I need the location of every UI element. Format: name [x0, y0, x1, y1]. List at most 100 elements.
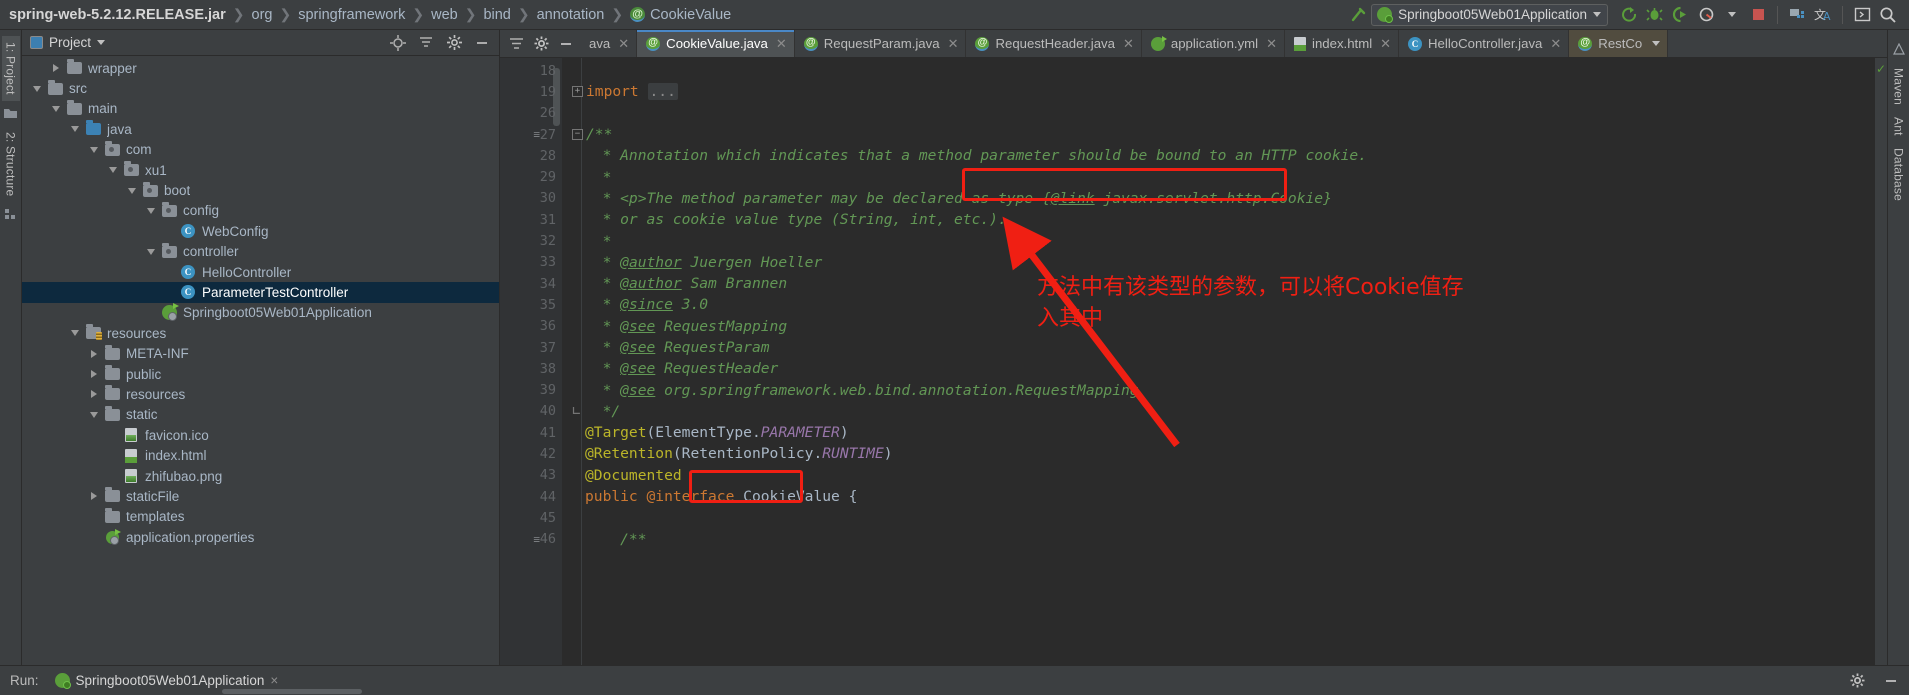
- tree-item[interactable]: Springboot05Web01Application: [22, 303, 499, 323]
- breadcrumb-item-web[interactable]: web: [431, 7, 458, 23]
- tree-item[interactable]: controller: [22, 242, 499, 262]
- collapse-arrow-icon[interactable]: [147, 207, 155, 214]
- code-line[interactable]: /**: [562, 529, 1875, 550]
- tree-twisty[interactable]: [104, 167, 122, 174]
- tree-twisty[interactable]: [85, 390, 103, 399]
- tree-twisty[interactable]: [85, 411, 103, 418]
- editor-tab[interactable]: index.html ✕: [1285, 30, 1400, 57]
- gutter-line[interactable]: ≡ 27: [500, 124, 562, 145]
- code-line[interactable]: * <p>The method parameter may be declare…: [562, 188, 1875, 209]
- gutter-line[interactable]: 31: [500, 209, 562, 230]
- chevron-down-icon[interactable]: [1652, 41, 1661, 46]
- collapse-arrow-icon[interactable]: [71, 330, 79, 337]
- tree-item[interactable]: config: [22, 201, 499, 221]
- run-configuration-selector[interactable]: Springboot05Web01Application: [1371, 3, 1608, 26]
- gutter-line[interactable]: 41: [500, 422, 562, 443]
- expand-arrow-icon[interactable]: [91, 349, 97, 358]
- gutter-line[interactable]: 28: [500, 145, 562, 166]
- gutter-marker-icon[interactable]: ≡: [533, 533, 540, 546]
- chevron-down-icon[interactable]: [97, 40, 106, 45]
- sidebar-item-project[interactable]: 1: Project: [1, 36, 20, 101]
- fold-collapse-icon[interactable]: −: [572, 129, 583, 141]
- settings-gear-icon[interactable]: [443, 32, 465, 54]
- editor-marker-bar[interactable]: ✓: [1875, 58, 1887, 665]
- hide-editor-icon[interactable]: [554, 31, 578, 57]
- tree-twisty[interactable]: [142, 248, 160, 255]
- horizontal-scrollbar[interactable]: [22, 689, 500, 695]
- collapse-arrow-icon[interactable]: [128, 187, 136, 194]
- settings-gear-icon[interactable]: [529, 31, 553, 57]
- gutter-line[interactable]: 35: [500, 294, 562, 315]
- tree-twisty[interactable]: [123, 187, 141, 194]
- editor-tab-partial[interactable]: ava ✕: [580, 30, 638, 57]
- code-line[interactable]: @Retention (RetentionPolicy. RUNTIME): [562, 443, 1875, 464]
- gutter-line[interactable]: 43: [500, 465, 562, 486]
- build-hammer-icon[interactable]: [1345, 2, 1371, 28]
- breadcrumb-item-org[interactable]: org: [252, 7, 273, 23]
- close-icon[interactable]: ✕: [1380, 36, 1391, 52]
- gutter-line[interactable]: 33: [500, 252, 562, 273]
- tree-item[interactable]: C WebConfig: [22, 221, 499, 241]
- code-line[interactable]: * @see RequestParam: [562, 337, 1875, 358]
- expand-arrow-icon[interactable]: [91, 390, 97, 399]
- chevron-down-icon[interactable]: [1719, 2, 1745, 28]
- tree-item[interactable]: staticFile: [22, 486, 499, 506]
- tree-item[interactable]: src: [22, 78, 499, 98]
- tree-item[interactable]: java: [22, 119, 499, 139]
- search-everywhere-icon[interactable]: [1875, 2, 1901, 28]
- code-editor[interactable]: + import ... −/** * Annotation which indic…: [562, 58, 1875, 665]
- code-line[interactable]: * @see RequestHeader: [562, 358, 1875, 379]
- project-tree[interactable]: wrapper src main java com xu1 boot config C WebCo…: [22, 56, 499, 665]
- gutter-line[interactable]: 37: [500, 337, 562, 358]
- run-with-coverage-icon[interactable]: [1667, 2, 1693, 28]
- tree-twisty[interactable]: [47, 105, 65, 112]
- close-icon[interactable]: ×: [270, 673, 278, 688]
- sidebar-item-structure[interactable]: 2: Structure: [2, 126, 20, 202]
- tree-twisty[interactable]: [47, 64, 65, 73]
- stop-icon[interactable]: [1745, 2, 1771, 28]
- translate-icon[interactable]: 文A: [1810, 2, 1836, 28]
- editor-tab[interactable]: @ RequestParam.java ✕: [794, 30, 967, 57]
- code-line[interactable]: * or as cookie value type (String, int, …: [562, 209, 1875, 230]
- gutter-line[interactable]: 40: [500, 401, 562, 422]
- collapse-arrow-icon[interactable]: [52, 105, 60, 112]
- tree-twisty[interactable]: [66, 330, 84, 337]
- terminal-icon[interactable]: [1849, 2, 1875, 28]
- sidebar-item-ant[interactable]: Ant: [1890, 111, 1908, 142]
- collapse-arrow-icon[interactable]: [90, 411, 98, 418]
- gutter-line[interactable]: 19: [500, 81, 562, 102]
- sidebar-item-maven[interactable]: Maven: [1890, 62, 1908, 111]
- tree-item[interactable]: resources: [22, 384, 499, 404]
- tree-twisty[interactable]: [85, 349, 103, 358]
- code-line[interactable]: [562, 60, 1875, 81]
- code-line[interactable]: −/**: [562, 124, 1875, 145]
- code-line[interactable]: [562, 103, 1875, 124]
- tree-item[interactable]: boot: [22, 180, 499, 200]
- code-line[interactable]: @Documented: [562, 465, 1875, 486]
- tree-item[interactable]: C ParameterTestController: [22, 282, 499, 303]
- update-project-icon[interactable]: [1784, 2, 1810, 28]
- expand-arrow-icon[interactable]: [53, 64, 59, 73]
- code-line[interactable]: @Target (ElementType. PARAMETER): [562, 422, 1875, 443]
- tree-item[interactable]: com: [22, 140, 499, 160]
- collapse-all-icon[interactable]: [415, 32, 437, 54]
- breadcrumb-item-jar[interactable]: spring-web-5.2.12.RELEASE.jar: [9, 7, 226, 23]
- breadcrumb-item-cookievalue[interactable]: CookieValue: [650, 7, 731, 23]
- tree-item[interactable]: favicon.ico: [22, 425, 499, 445]
- code-line[interactable]: * @author Juergen Hoeller: [562, 252, 1875, 273]
- breadcrumb-item-springframework[interactable]: springframework: [298, 7, 405, 23]
- tree-item[interactable]: static: [22, 405, 499, 425]
- chevron-down-icon[interactable]: [1593, 12, 1601, 17]
- gutter-line[interactable]: 18: [500, 60, 562, 81]
- gutter-line[interactable]: 38: [500, 358, 562, 379]
- code-line[interactable]: + import ...: [562, 81, 1875, 102]
- editor-gutter[interactable]: 18 19 26 ≡ 27 28 29 30 31 32 33 34 35 36 37 38 39 40 41 42 4…: [500, 58, 562, 665]
- profiler-icon[interactable]: [1693, 2, 1719, 28]
- gutter-line[interactable]: 26: [500, 103, 562, 124]
- run-icon[interactable]: [1615, 2, 1641, 28]
- editor-tab[interactable]: application.yml ✕: [1141, 30, 1286, 57]
- code-line[interactable]: *: [562, 230, 1875, 251]
- breadcrumb-item-annotation[interactable]: annotation: [537, 7, 605, 23]
- gutter-line[interactable]: 36: [500, 316, 562, 337]
- close-icon[interactable]: ✕: [776, 36, 787, 52]
